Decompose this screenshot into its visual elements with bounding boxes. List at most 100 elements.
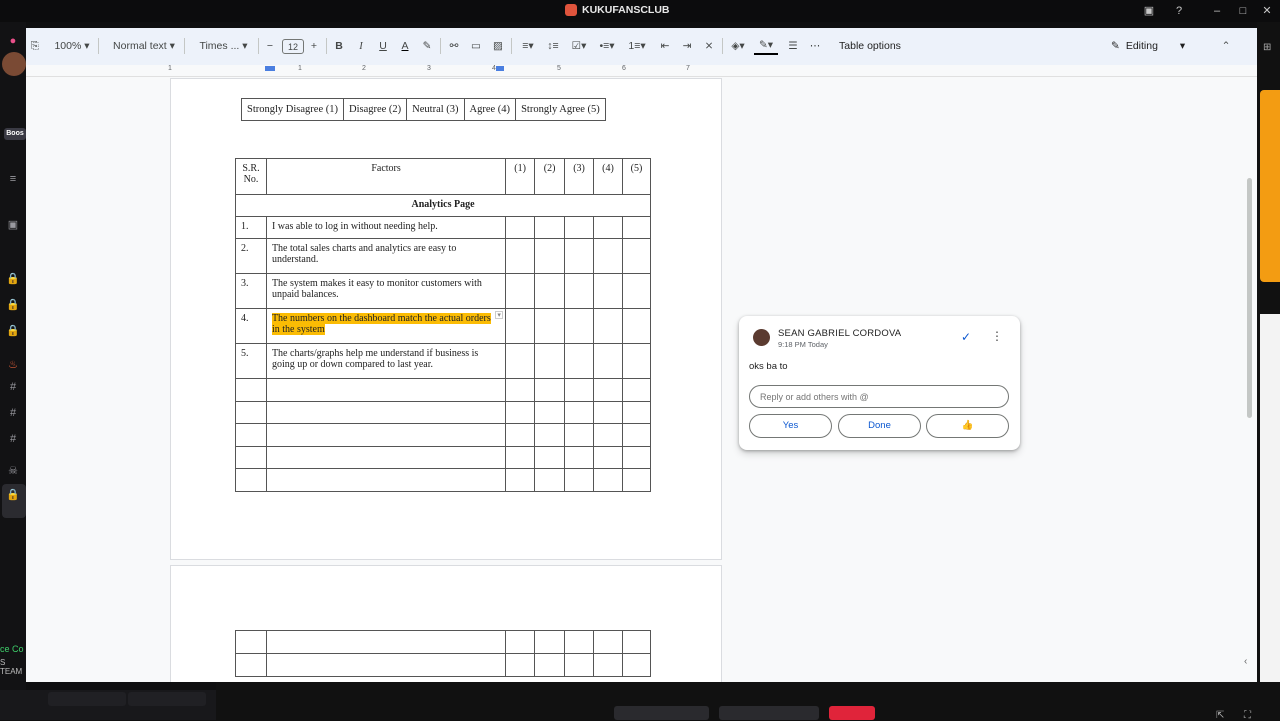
- row-number[interactable]: 4.: [235, 308, 267, 344]
- scale-cell[interactable]: Strongly Agree (5): [515, 98, 606, 121]
- popout-icon[interactable]: ⇱: [1216, 710, 1224, 721]
- suggestion-chip-thumbs-up[interactable]: 👍: [926, 414, 1009, 438]
- rating-cell[interactable]: [621, 216, 652, 239]
- highlight-icon[interactable]: ✎: [420, 37, 434, 55]
- tab-marker-icon[interactable]: [496, 66, 504, 71]
- bullet-list-icon[interactable]: •≡▾: [596, 37, 618, 55]
- empty-cell[interactable]: [235, 378, 267, 402]
- hash-icon[interactable]: #: [6, 380, 20, 394]
- scale-cell[interactable]: Strongly Disagree (1): [241, 98, 344, 121]
- lock-icon[interactable]: 🔒: [6, 298, 20, 312]
- taskbar-app-active[interactable]: [829, 706, 875, 720]
- row-factor-text[interactable]: The charts/graphs help me understand if …: [265, 343, 507, 379]
- empty-cell[interactable]: [622, 630, 651, 654]
- rating-cell[interactable]: [564, 343, 595, 379]
- comment-card[interactable]: SEAN GABRIEL CORDOVA 9:18 PM Today ✓ ⋮ o…: [739, 316, 1020, 450]
- mic-button[interactable]: [48, 692, 126, 706]
- italic-icon[interactable]: I: [354, 37, 368, 55]
- header-rating-5[interactable]: (5): [621, 158, 652, 195]
- rating-cell[interactable]: [593, 343, 623, 379]
- document-page[interactable]: [170, 565, 722, 682]
- rating-cell[interactable]: [534, 273, 566, 309]
- empty-cell[interactable]: [564, 653, 595, 677]
- empty-cell[interactable]: [564, 378, 595, 402]
- empty-cell[interactable]: [505, 630, 536, 654]
- row-number[interactable]: 3.: [235, 273, 267, 309]
- fullscreen-icon[interactable]: ⛶: [1244, 710, 1251, 721]
- empty-cell[interactable]: [621, 468, 652, 492]
- rating-cell[interactable]: [621, 273, 652, 309]
- text-color-icon[interactable]: A: [398, 37, 412, 55]
- row-number[interactable]: 5.: [235, 343, 267, 379]
- empty-cell[interactable]: [564, 423, 595, 447]
- empty-cell[interactable]: [564, 445, 595, 469]
- server-icon[interactable]: ●: [6, 34, 20, 48]
- table-options-button[interactable]: Table options: [838, 37, 902, 55]
- rating-cell[interactable]: [621, 238, 652, 274]
- empty-cell[interactable]: [505, 468, 536, 492]
- scrollbar[interactable]: [1247, 178, 1252, 418]
- empty-cell[interactable]: [593, 423, 623, 447]
- empty-cell[interactable]: [235, 653, 267, 677]
- grid-icon[interactable]: ⊞: [1263, 42, 1271, 53]
- rating-cell[interactable]: [564, 273, 595, 309]
- screen-button[interactable]: [128, 692, 206, 706]
- empty-cell[interactable]: [505, 423, 536, 447]
- empty-cell[interactable]: [593, 468, 623, 492]
- rating-cell[interactable]: [505, 343, 536, 379]
- rating-cell[interactable]: [505, 308, 536, 344]
- row-number[interactable]: 1.: [235, 216, 267, 239]
- rating-cell[interactable]: [534, 238, 566, 274]
- clear-format-icon[interactable]: ⨯: [702, 37, 716, 55]
- rating-cell[interactable]: [564, 216, 595, 239]
- lock-icon[interactable]: 🔒: [6, 272, 20, 286]
- empty-cell[interactable]: [534, 445, 566, 469]
- line-spacing-icon[interactable]: ↕≡: [544, 37, 562, 55]
- rating-cell[interactable]: [534, 343, 566, 379]
- empty-cell[interactable]: [265, 653, 507, 677]
- empty-cell[interactable]: [235, 445, 267, 469]
- hash-icon[interactable]: #: [6, 406, 20, 420]
- numbered-list-icon[interactable]: 1≡▾: [626, 37, 648, 55]
- scale-cell[interactable]: Agree (4): [463, 98, 517, 121]
- empty-cell[interactable]: [564, 630, 595, 654]
- cast-icon[interactable]: ▣: [1141, 3, 1157, 19]
- empty-cell[interactable]: [534, 653, 566, 677]
- empty-cell[interactable]: [265, 423, 507, 447]
- checklist-icon[interactable]: ☑▾: [568, 37, 590, 55]
- empty-cell[interactable]: [621, 400, 652, 424]
- empty-cell[interactable]: [564, 468, 595, 492]
- rating-cell[interactable]: [621, 308, 652, 344]
- rating-cell[interactable]: [505, 216, 536, 239]
- empty-cell[interactable]: [534, 630, 566, 654]
- list-icon[interactable]: ≡: [6, 172, 20, 186]
- increase-indent-icon[interactable]: ⇥: [680, 37, 694, 55]
- close-icon[interactable]: ✕: [1259, 3, 1275, 19]
- empty-cell[interactable]: [622, 653, 651, 677]
- empty-cell[interactable]: [235, 400, 267, 424]
- empty-cell[interactable]: [265, 378, 507, 402]
- maximize-icon[interactable]: □: [1235, 3, 1251, 19]
- rating-cell[interactable]: [505, 273, 536, 309]
- collapse-toolbar-icon[interactable]: ⌃: [1219, 37, 1233, 55]
- taskbar-app[interactable]: [614, 706, 709, 720]
- scale-cell[interactable]: Disagree (2): [342, 98, 408, 121]
- rating-cell[interactable]: [593, 273, 623, 309]
- border-dash-icon[interactable]: ⋯: [808, 37, 822, 55]
- empty-cell[interactable]: [265, 630, 507, 654]
- minimize-icon[interactable]: –: [1209, 3, 1225, 19]
- rating-cell[interactable]: [593, 238, 623, 274]
- section-title[interactable]: Analytics Page: [235, 194, 651, 217]
- style-select[interactable]: Normal text ▾: [108, 37, 180, 55]
- lock-icon[interactable]: 🔒: [6, 324, 20, 338]
- rating-cell[interactable]: [621, 343, 652, 379]
- indent-marker-icon[interactable]: [265, 66, 275, 71]
- header-rating-1[interactable]: (1): [505, 158, 536, 195]
- align-icon[interactable]: ≡▾: [518, 37, 538, 55]
- rating-cell[interactable]: [534, 308, 566, 344]
- empty-cell[interactable]: [235, 423, 267, 447]
- ruler[interactable]: 1 1 2 3 4 5 6 7: [26, 65, 1257, 77]
- row-number[interactable]: 2.: [235, 238, 267, 274]
- highlighted-factor-text[interactable]: The numbers on the dashboard match the a…: [271, 313, 491, 335]
- check-icon[interactable]: ▣: [6, 218, 20, 232]
